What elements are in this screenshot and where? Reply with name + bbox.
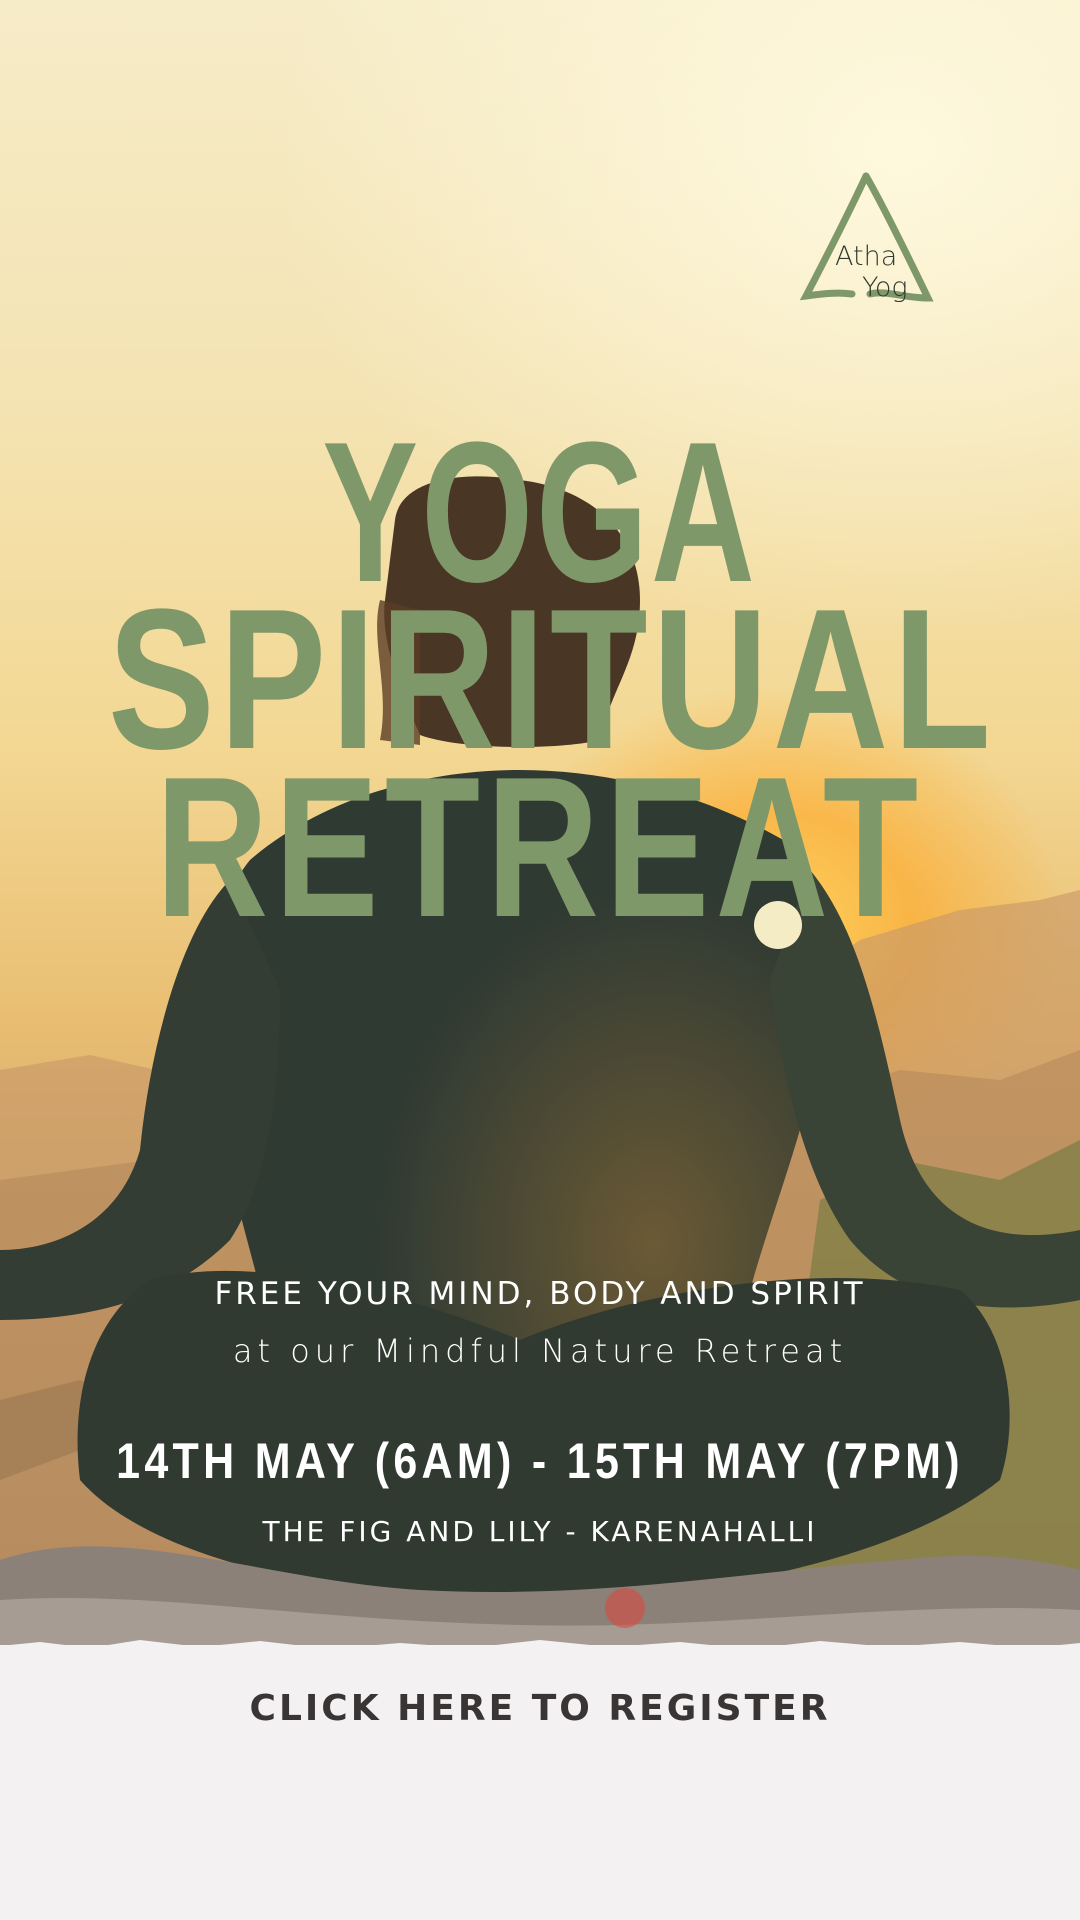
tagline-primary: FREE YOUR MIND, BODY AND SPIRIT bbox=[214, 1276, 866, 1312]
register-button[interactable]: CLICK HERE TO REGISTER bbox=[0, 1688, 1080, 1729]
tagline-secondary: at our Mindful Nature Retreat bbox=[232, 1332, 848, 1370]
logo-text-yog: Yog bbox=[862, 272, 908, 303]
event-venue: THE FIG AND LILY - KARENAHALLI bbox=[262, 1515, 818, 1548]
atha-yog-logo: Atha Yog bbox=[800, 170, 935, 315]
logo-text-atha: Atha bbox=[835, 241, 898, 272]
event-dates: 14TH MAY (6AM) - 15TH MAY (7PM) bbox=[116, 1433, 964, 1489]
hero-background: Atha Yog YOGA SPIRITUAL RETREAT FREE YOU… bbox=[0, 0, 1080, 1645]
title-line-3: RETREAT bbox=[155, 736, 925, 959]
torn-paper-edge bbox=[0, 1640, 1080, 1668]
